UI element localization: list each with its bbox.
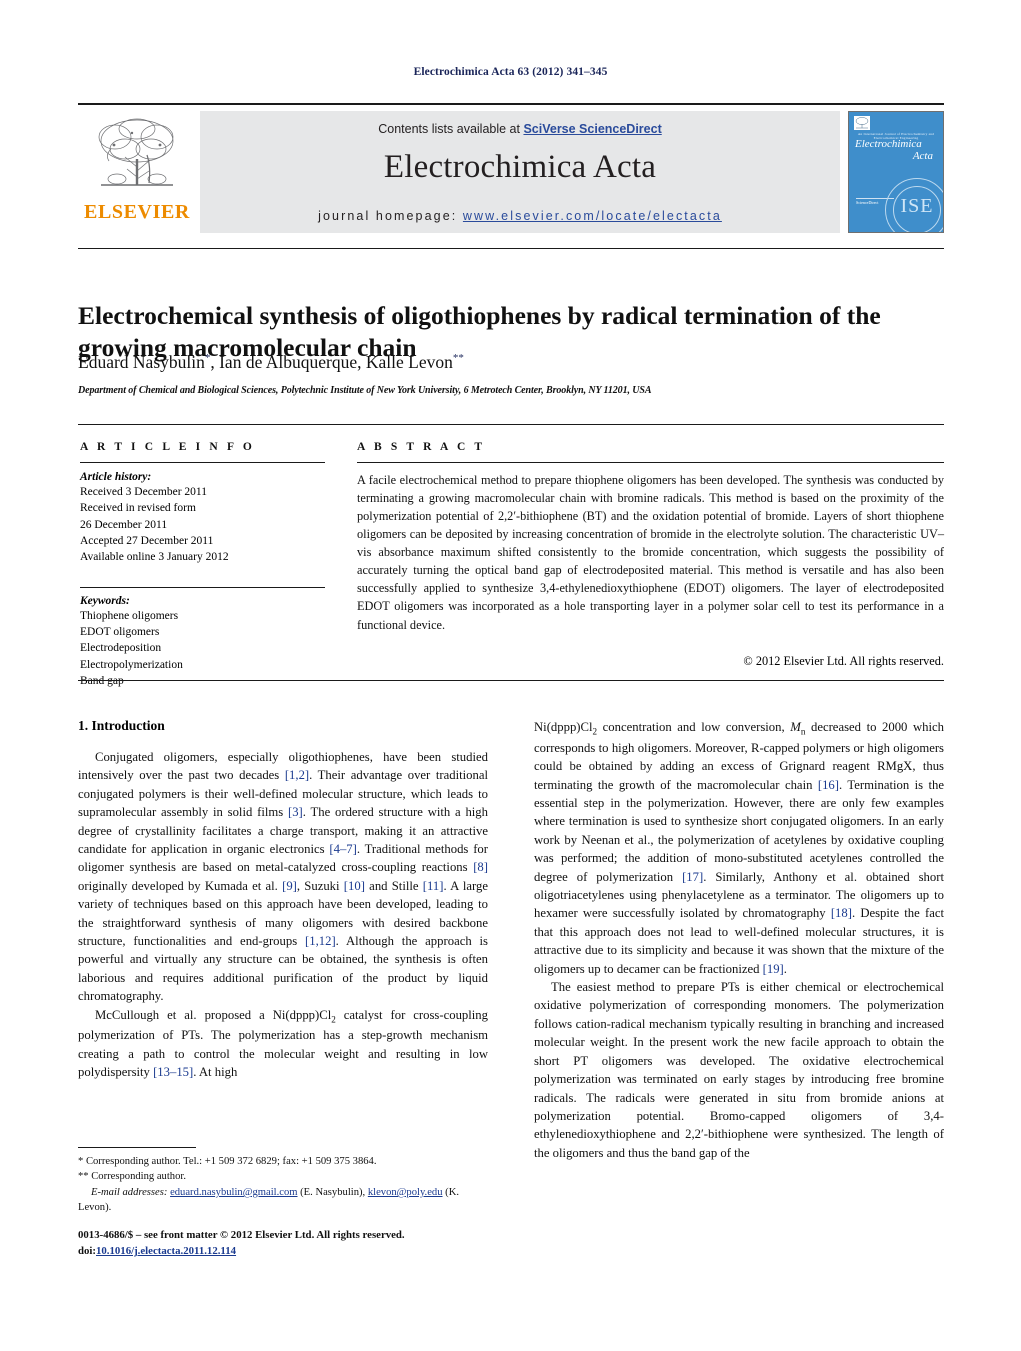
abstract-label: A B S T R A C T <box>357 441 486 453</box>
keyword-1: EDOT oligomers <box>80 625 160 638</box>
keyword-4: Band gap <box>80 674 124 687</box>
article-info-label: A R T I C L E I N F O <box>80 441 255 453</box>
article-history-2: 26 December 2011 <box>80 518 168 531</box>
front-matter-line: 0013-4686/$ – see front matter © 2012 El… <box>78 1229 405 1241</box>
footnote-block: * Corresponding author. Tel.: +1 509 372… <box>78 1147 488 1216</box>
keywords-block: Keywords: Thiophene oligomers EDOT oligo… <box>80 586 325 690</box>
elsevier-tree-icon <box>98 118 174 186</box>
masthead-band: Contents lists available at SciVerse Sci… <box>200 111 840 233</box>
abstract-divider <box>78 424 944 425</box>
journal-homepage-line: journal homepage: www.elsevier.com/locat… <box>200 209 840 223</box>
corresponding-author-note-2: ** Corresponding author. <box>78 1171 186 1183</box>
ise-seal-label: ISE <box>900 195 934 217</box>
cover-title-line1: Electrochimica <box>855 138 922 150</box>
elsevier-wordmark: ELSEVIER <box>84 201 190 223</box>
cover-title-line2: Acta <box>912 149 933 162</box>
journal-masthead: ELSEVIER Contents lists available at Sci… <box>78 103 944 233</box>
footnote-rule <box>78 1147 196 1148</box>
article-history-3: Accepted 27 December 2011 <box>80 534 214 547</box>
journal-homepage-link[interactable]: www.elsevier.com/locate/electacta <box>463 209 722 223</box>
sciencedirect-link[interactable]: SciVerse ScienceDirect <box>523 122 661 136</box>
article-info-column: A R T I C L E I N F O Article history: R… <box>80 441 325 689</box>
journal-cover-thumbnail: An International Journal of Electrochemi… <box>848 111 944 233</box>
keyword-3: Electropolymerization <box>80 658 183 671</box>
cover-elsevier-tree-icon <box>854 116 870 130</box>
journal-article-page: Electrochimica Acta 63 (2012) 341–345 EL… <box>0 0 1021 1351</box>
email-addresses-label: E-mail addresses: <box>91 1186 168 1198</box>
paragraph: McCullough et al. proposed a Ni(dppp)Cl2… <box>78 1007 488 1080</box>
abstract-copyright: © 2012 Elsevier Ltd. All rights reserved… <box>743 653 944 668</box>
article-history-heading: Article history: <box>80 471 152 483</box>
contents-prefix: Contents lists available at <box>378 122 524 136</box>
email-link-nasybulin[interactable]: eduard.nasybulin@gmail.com <box>170 1187 297 1198</box>
elsevier-logo: ELSEVIER <box>78 111 196 222</box>
article-history-4: Available online 3 January 2012 <box>80 551 229 564</box>
article-history-0: Received 3 December 2011 <box>80 486 207 498</box>
cover-sciencedirect-label: ScienceDirect <box>856 200 879 205</box>
keywords-rule <box>80 586 325 588</box>
doi-line: doi:10.1016/j.electacta.2011.12.114 <box>78 1243 558 1259</box>
cover-journal-title: Electrochimica Acta <box>849 138 943 162</box>
doi-link[interactable]: 10.1016/j.electacta.2011.12.114 <box>96 1245 236 1257</box>
title-divider <box>78 248 944 249</box>
keywords-heading: Keywords: <box>80 594 130 607</box>
body-column-right: Ni(dppp)Cl2 concentration and low conver… <box>534 718 944 1162</box>
author-list: Eduard Nasybulin*, Ian de Albuquerque, K… <box>78 352 464 372</box>
running-head: Electrochimica Acta 63 (2012) 341–345 <box>413 66 608 78</box>
article-history-1: Received in revised form <box>80 502 196 515</box>
affiliation: Department of Chemical and Biological Sc… <box>78 385 652 396</box>
email-link-levon[interactable]: klevon@poly.edu <box>368 1187 443 1198</box>
email-owner-1: (E. Nasybulin) <box>300 1186 363 1198</box>
paragraph: Conjugated oligomers, especially oligoth… <box>78 750 489 1004</box>
article-info-rule <box>80 462 325 463</box>
journal-title: Electrochimica Acta <box>383 149 657 185</box>
abstract-rule <box>357 462 944 463</box>
keyword-2: Electrodeposition <box>80 642 162 655</box>
keyword-0: Thiophene oligomers <box>80 609 179 622</box>
body-divider <box>78 680 944 681</box>
contents-lists-line: Contents lists available at SciVerse Sci… <box>200 122 840 136</box>
paragraph: The easiest method to prepare PTs is eit… <box>534 980 944 1160</box>
abstract-text: A facile electrochemical method to prepa… <box>357 473 944 632</box>
doi-label: doi: <box>78 1245 96 1258</box>
section-heading-introduction: 1. Introduction <box>78 718 165 733</box>
homepage-prefix: journal homepage: <box>318 209 463 223</box>
corresponding-author-note-1: * Corresponding author. Tel.: +1 509 372… <box>78 1156 377 1167</box>
body-column-left: 1. Introduction Conjugated oligomers, es… <box>78 718 488 1082</box>
imprint-block: 0013-4686/$ – see front matter © 2012 El… <box>78 1227 558 1259</box>
abstract-column: A B S T R A C T A facile electrochemical… <box>357 441 944 669</box>
paragraph: Ni(dppp)Cl2 concentration and low conver… <box>534 720 944 976</box>
ise-seal-icon: ISE <box>885 178 943 232</box>
email-addresses-note: E-mail addresses: eduard.nasybulin@gmail… <box>78 1186 459 1214</box>
